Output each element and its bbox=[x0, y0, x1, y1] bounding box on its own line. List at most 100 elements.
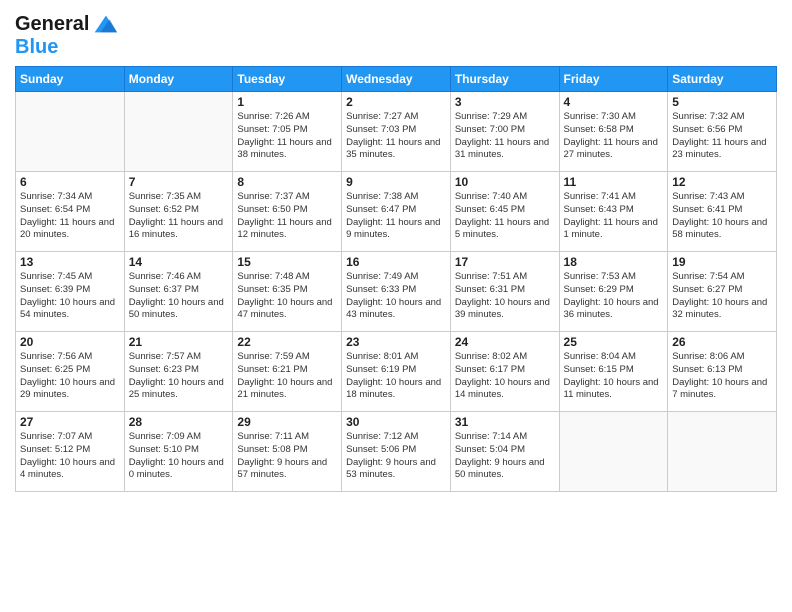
calendar-cell: 17 Sunrise: 7:51 AM Sunset: 6:31 PM Dayli… bbox=[450, 252, 559, 332]
day-info: Sunrise: 7:34 AM Sunset: 6:54 PM Dayligh… bbox=[20, 191, 120, 242]
day-number: 5 bbox=[672, 95, 772, 109]
calendar-cell: 5 Sunrise: 7:32 AM Sunset: 6:56 PM Daylig… bbox=[668, 92, 777, 172]
day-number: 2 bbox=[346, 95, 446, 109]
day-info: Sunrise: 7:30 AM Sunset: 6:58 PM Dayligh… bbox=[564, 111, 664, 162]
calendar-cell: 1 Sunrise: 7:26 AM Sunset: 7:05 PM Daylig… bbox=[233, 92, 342, 172]
calendar-cell: 2 Sunrise: 7:27 AM Sunset: 7:03 PM Daylig… bbox=[342, 92, 451, 172]
calendar-cell: 22 Sunrise: 7:59 AM Sunset: 6:21 PM Dayli… bbox=[233, 332, 342, 412]
day-info: Sunrise: 7:32 AM Sunset: 6:56 PM Dayligh… bbox=[672, 111, 772, 162]
day-info: Sunrise: 7:14 AM Sunset: 5:04 PM Dayligh… bbox=[455, 431, 555, 482]
day-info: Sunrise: 7:45 AM Sunset: 6:39 PM Dayligh… bbox=[20, 271, 120, 322]
day-number: 24 bbox=[455, 335, 555, 349]
day-info: Sunrise: 7:54 AM Sunset: 6:27 PM Dayligh… bbox=[672, 271, 772, 322]
week-row-5: 27 Sunrise: 7:07 AM Sunset: 5:12 PM Dayli… bbox=[16, 412, 777, 492]
day-info: Sunrise: 7:26 AM Sunset: 7:05 PM Dayligh… bbox=[237, 111, 337, 162]
header: General Blue bbox=[15, 10, 777, 58]
day-number: 19 bbox=[672, 255, 772, 269]
day-number: 9 bbox=[346, 175, 446, 189]
logo-text: General bbox=[15, 13, 89, 35]
day-info: Sunrise: 7:53 AM Sunset: 6:29 PM Dayligh… bbox=[564, 271, 664, 322]
calendar-cell: 21 Sunrise: 7:57 AM Sunset: 6:23 PM Dayli… bbox=[124, 332, 233, 412]
calendar-cell: 26Sunrise: 8:06 AM Sunset: 6:13 PM Dayli… bbox=[668, 332, 777, 412]
day-number: 1 bbox=[237, 95, 337, 109]
calendar-cell: 29 Sunrise: 7:11 AM Sunset: 5:08 PM Dayli… bbox=[233, 412, 342, 492]
calendar-cell: 9 Sunrise: 7:38 AM Sunset: 6:47 PM Daylig… bbox=[342, 172, 451, 252]
calendar-table: SundayMondayTuesdayWednesdayThursdayFrid… bbox=[15, 66, 777, 492]
calendar-cell: 31 Sunrise: 7:14 AM Sunset: 5:04 PM Dayli… bbox=[450, 412, 559, 492]
day-number: 10 bbox=[455, 175, 555, 189]
day-number: 22 bbox=[237, 335, 337, 349]
day-number: 25 bbox=[564, 335, 664, 349]
day-info: Sunrise: 7:40 AM Sunset: 6:45 PM Dayligh… bbox=[455, 191, 555, 242]
calendar-cell bbox=[559, 412, 668, 492]
calendar-page: General Blue SundayMondayTuesdayWednesda… bbox=[0, 0, 792, 612]
day-info: Sunrise: 7:35 AM Sunset: 6:52 PM Dayligh… bbox=[129, 191, 229, 242]
day-info: Sunrise: 7:46 AM Sunset: 6:37 PM Dayligh… bbox=[129, 271, 229, 322]
calendar-cell: 25 Sunrise: 8:04 AM Sunset: 6:15 PM Dayli… bbox=[559, 332, 668, 412]
calendar-cell: 19 Sunrise: 7:54 AM Sunset: 6:27 PM Dayli… bbox=[668, 252, 777, 332]
calendar-cell: 13Sunrise: 7:45 AM Sunset: 6:39 PM Dayli… bbox=[16, 252, 125, 332]
weekday-thursday: Thursday bbox=[450, 67, 559, 92]
weekday-wednesday: Wednesday bbox=[342, 67, 451, 92]
calendar-cell: 28Sunrise: 7:09 AM Sunset: 5:10 PM Dayli… bbox=[124, 412, 233, 492]
calendar-cell: 16Sunrise: 7:49 AM Sunset: 6:33 PM Dayli… bbox=[342, 252, 451, 332]
day-info: Sunrise: 7:43 AM Sunset: 6:41 PM Dayligh… bbox=[672, 191, 772, 242]
calendar-cell: 23Sunrise: 8:01 AM Sunset: 6:19 PM Dayli… bbox=[342, 332, 451, 412]
day-number: 12 bbox=[672, 175, 772, 189]
day-number: 29 bbox=[237, 415, 337, 429]
logo-text-blue: Blue bbox=[15, 36, 58, 58]
day-info: Sunrise: 8:01 AM Sunset: 6:19 PM Dayligh… bbox=[346, 351, 446, 402]
day-number: 4 bbox=[564, 95, 664, 109]
day-number: 26 bbox=[672, 335, 772, 349]
logo: General Blue bbox=[15, 10, 119, 58]
day-number: 16 bbox=[346, 255, 446, 269]
day-info: Sunrise: 7:59 AM Sunset: 6:21 PM Dayligh… bbox=[237, 351, 337, 402]
day-info: Sunrise: 8:02 AM Sunset: 6:17 PM Dayligh… bbox=[455, 351, 555, 402]
weekday-header-row: SundayMondayTuesdayWednesdayThursdayFrid… bbox=[16, 67, 777, 92]
calendar-cell: 15 Sunrise: 7:48 AM Sunset: 6:35 PM Dayli… bbox=[233, 252, 342, 332]
calendar-cell: 20 Sunrise: 7:56 AM Sunset: 6:25 PM Dayli… bbox=[16, 332, 125, 412]
day-info: Sunrise: 7:38 AM Sunset: 6:47 PM Dayligh… bbox=[346, 191, 446, 242]
calendar-cell bbox=[668, 412, 777, 492]
day-number: 27 bbox=[20, 415, 120, 429]
weekday-tuesday: Tuesday bbox=[233, 67, 342, 92]
day-number: 15 bbox=[237, 255, 337, 269]
week-row-1: 1 Sunrise: 7:26 AM Sunset: 7:05 PM Daylig… bbox=[16, 92, 777, 172]
week-row-4: 20 Sunrise: 7:56 AM Sunset: 6:25 PM Dayli… bbox=[16, 332, 777, 412]
day-number: 14 bbox=[129, 255, 229, 269]
day-info: Sunrise: 7:11 AM Sunset: 5:08 PM Dayligh… bbox=[237, 431, 337, 482]
calendar-cell: 8Sunrise: 7:37 AM Sunset: 6:50 PM Daylig… bbox=[233, 172, 342, 252]
calendar-cell: 11 Sunrise: 7:41 AM Sunset: 6:43 PM Dayli… bbox=[559, 172, 668, 252]
day-info: Sunrise: 8:04 AM Sunset: 6:15 PM Dayligh… bbox=[564, 351, 664, 402]
day-number: 11 bbox=[564, 175, 664, 189]
day-number: 28 bbox=[129, 415, 229, 429]
day-info: Sunrise: 7:27 AM Sunset: 7:03 PM Dayligh… bbox=[346, 111, 446, 162]
calendar-cell: 10 Sunrise: 7:40 AM Sunset: 6:45 PM Dayli… bbox=[450, 172, 559, 252]
day-info: Sunrise: 7:56 AM Sunset: 6:25 PM Dayligh… bbox=[20, 351, 120, 402]
day-info: Sunrise: 7:51 AM Sunset: 6:31 PM Dayligh… bbox=[455, 271, 555, 322]
day-number: 21 bbox=[129, 335, 229, 349]
day-number: 8 bbox=[237, 175, 337, 189]
calendar-cell: 24 Sunrise: 8:02 AM Sunset: 6:17 PM Dayli… bbox=[450, 332, 559, 412]
weekday-monday: Monday bbox=[124, 67, 233, 92]
day-info: Sunrise: 7:41 AM Sunset: 6:43 PM Dayligh… bbox=[564, 191, 664, 242]
day-info: Sunrise: 7:07 AM Sunset: 5:12 PM Dayligh… bbox=[20, 431, 120, 482]
day-info: Sunrise: 7:57 AM Sunset: 6:23 PM Dayligh… bbox=[129, 351, 229, 402]
day-number: 20 bbox=[20, 335, 120, 349]
calendar-cell bbox=[124, 92, 233, 172]
calendar-cell: 14 Sunrise: 7:46 AM Sunset: 6:37 PM Dayli… bbox=[124, 252, 233, 332]
calendar-cell: 3Sunrise: 7:29 AM Sunset: 7:00 PM Daylig… bbox=[450, 92, 559, 172]
day-number: 18 bbox=[564, 255, 664, 269]
weekday-saturday: Saturday bbox=[668, 67, 777, 92]
day-number: 31 bbox=[455, 415, 555, 429]
calendar-cell: 12 Sunrise: 7:43 AM Sunset: 6:41 PM Dayli… bbox=[668, 172, 777, 252]
day-info: Sunrise: 7:48 AM Sunset: 6:35 PM Dayligh… bbox=[237, 271, 337, 322]
day-number: 17 bbox=[455, 255, 555, 269]
weekday-sunday: Sunday bbox=[16, 67, 125, 92]
week-row-3: 13Sunrise: 7:45 AM Sunset: 6:39 PM Dayli… bbox=[16, 252, 777, 332]
day-info: Sunrise: 7:29 AM Sunset: 7:00 PM Dayligh… bbox=[455, 111, 555, 162]
week-row-2: 6 Sunrise: 7:34 AM Sunset: 6:54 PM Daylig… bbox=[16, 172, 777, 252]
day-number: 6 bbox=[20, 175, 120, 189]
logo-icon bbox=[91, 10, 119, 38]
day-number: 7 bbox=[129, 175, 229, 189]
